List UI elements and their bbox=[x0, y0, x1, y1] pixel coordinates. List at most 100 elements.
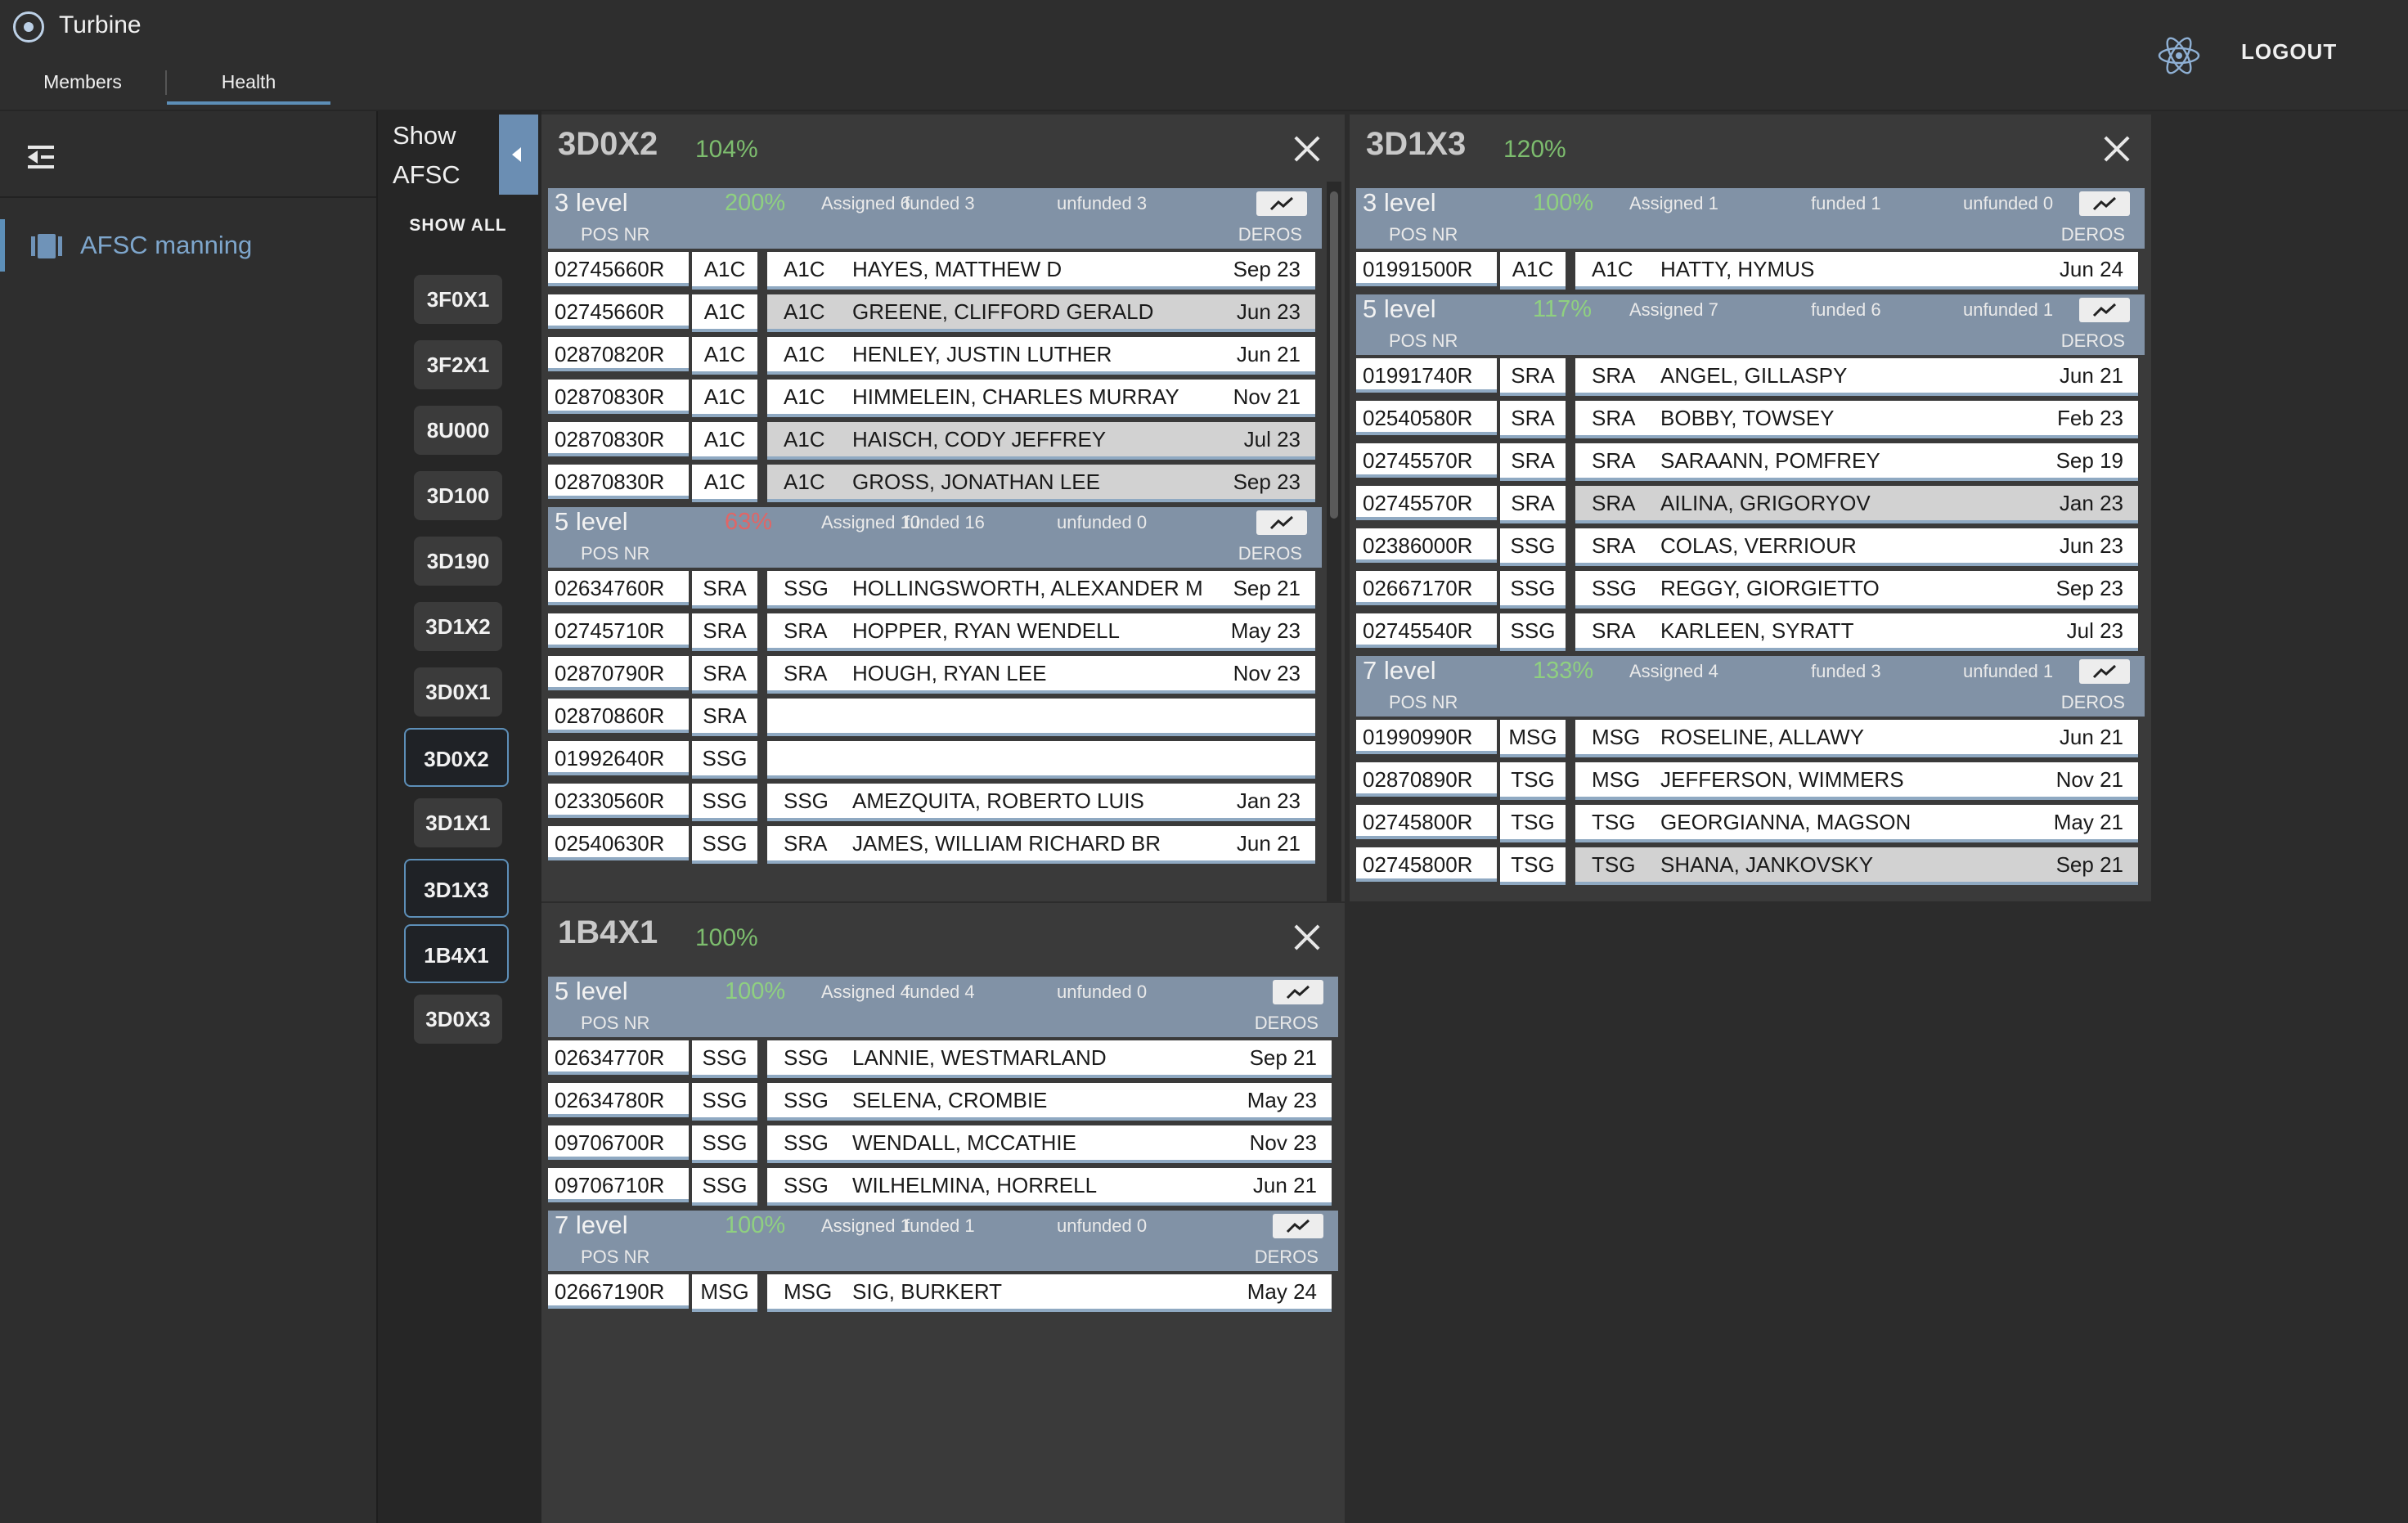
member-name: HIMMELEIN, CHARLES MURRAY bbox=[852, 384, 1179, 409]
member-row[interactable]: 02870830R A1C A1C GROSS, JONATHAN LEE Sep 23 bbox=[548, 465, 1322, 502]
tab-health[interactable]: Health bbox=[167, 67, 330, 105]
member-row[interactable]: 02634760R SRA SSG HOLLINGSWORTH, ALEXANDER … bbox=[548, 571, 1322, 609]
member-grade: MSG bbox=[1592, 725, 1641, 749]
member-row[interactable]: 02745710R SRA SRA HOPPER, RYAN WENDELL May 2… bbox=[548, 613, 1322, 651]
member-row[interactable]: 02745800R TSG TSG GEORGIANNA, MAGSON May 21 bbox=[1356, 805, 2145, 842]
trend-chart-icon[interactable] bbox=[1256, 510, 1307, 535]
member-name: SARAANN, POMFREY bbox=[1660, 448, 1880, 473]
trend-chart-icon[interactable] bbox=[1273, 1214, 1323, 1238]
member-row[interactable]: 01990990R MSG MSG ROSELINE, ALLAWY Jun 21 bbox=[1356, 720, 2145, 757]
pos-nr-cell: 02634770R bbox=[548, 1040, 689, 1075]
panel-title: 3D0X2 bbox=[558, 126, 658, 162]
member-row[interactable]: 01992640R SSG bbox=[548, 741, 1322, 779]
member-row[interactable]: 02745660R A1C A1C HAYES, MATTHEW D Sep 23 bbox=[548, 252, 1322, 290]
close-panel-icon[interactable] bbox=[1289, 919, 1325, 955]
member-row[interactable]: 09706710R SSG SSG WILHELMINA, HORRELL Jun 21 bbox=[548, 1168, 1338, 1206]
member-row[interactable]: 02667190R MSG MSG SIG, BURKERT May 24 bbox=[548, 1274, 1338, 1312]
trend-chart-icon[interactable] bbox=[1256, 191, 1307, 216]
member-row[interactable]: 02386000R SSG SRA COLAS, VERRIOUR Jun 23 bbox=[1356, 528, 2145, 566]
deros-date: Jul 23 bbox=[1243, 427, 1301, 452]
collapse-afsc-list-button[interactable] bbox=[499, 115, 538, 195]
member-grade: A1C bbox=[784, 257, 825, 281]
member-cell: SSG SELENA, CROMBIE May 23 bbox=[767, 1083, 1332, 1121]
logout-button[interactable]: LOGOUT bbox=[2241, 39, 2337, 65]
level-percent: 200% bbox=[725, 190, 786, 216]
afsc-chip-3f0x1[interactable]: 3F0X1 bbox=[414, 275, 502, 324]
auth-grade-cell: SSG bbox=[692, 784, 757, 821]
member-row[interactable]: 02667170R SSG SSG REGGY, GIORGIETTO Sep 23 bbox=[1356, 571, 2145, 609]
member-cell: A1C GREENE, CLIFFORD GERALD Jun 23 bbox=[767, 294, 1315, 332]
afsc-chip-3d1x3[interactable]: 3D1X3 bbox=[404, 859, 509, 918]
member-row[interactable]: 02745540R SSG SRA KARLEEN, SYRATT Jul 23 bbox=[1356, 613, 2145, 651]
member-row[interactable]: 02870820R A1C A1C HENLEY, JUSTIN LUTHER Jun … bbox=[548, 337, 1322, 375]
deros-date: Jan 23 bbox=[1236, 788, 1301, 813]
member-row[interactable]: 02745800R TSG TSG SHANA, JANKOVSKY Sep 21 bbox=[1356, 847, 2145, 885]
close-panel-icon[interactable] bbox=[2099, 131, 2135, 167]
member-row[interactable]: 02540580R SRA SRA BOBBY, TOWSEY Feb 23 bbox=[1356, 401, 2145, 438]
member-name: GROSS, JONATHAN LEE bbox=[852, 469, 1100, 494]
member-row[interactable]: 01991500R A1C A1C HATTY, HYMUS Jun 24 bbox=[1356, 252, 2145, 290]
afsc-chip-3d0x1[interactable]: 3D0X1 bbox=[414, 667, 502, 717]
member-cell: SRA ANGEL, GILLASPY Jun 21 bbox=[1575, 358, 2138, 396]
member-name: HOLLINGSWORTH, ALEXANDER M bbox=[852, 576, 1203, 600]
pos-nr-cell: 02745570R bbox=[1356, 486, 1497, 520]
pos-nr-cell: 02330560R bbox=[548, 784, 689, 818]
scrollbar-thumb[interactable] bbox=[1330, 191, 1338, 519]
tab-members[interactable]: Members bbox=[16, 67, 149, 105]
member-row[interactable]: 02870830R A1C A1C HIMMELEIN, CHARLES MURRAY… bbox=[548, 380, 1322, 417]
show-all-button[interactable]: SHOW ALL bbox=[378, 216, 538, 236]
member-cell: MSG JEFFERSON, WIMMERS Nov 21 bbox=[1575, 762, 2138, 800]
pos-nr-header: POS NR bbox=[1389, 224, 1458, 245]
member-row[interactable]: 02745660R A1C A1C GREENE, CLIFFORD GERALD Ju… bbox=[548, 294, 1322, 332]
member-cell: SRA BOBBY, TOWSEY Feb 23 bbox=[1575, 401, 2138, 438]
member-row[interactable]: 02540630R SSG SRA JAMES, WILLIAM RICHARD BR… bbox=[548, 826, 1322, 864]
deros-header: DEROS bbox=[1238, 543, 1302, 564]
afsc-chip-1b4x1[interactable]: 1B4X1 bbox=[404, 924, 509, 983]
trend-chart-icon[interactable] bbox=[2079, 298, 2130, 322]
member-cell: SRA COLAS, VERRIOUR Jun 23 bbox=[1575, 528, 2138, 566]
pos-nr-cell: 02745660R bbox=[548, 294, 689, 329]
collapse-sidebar-icon[interactable] bbox=[25, 141, 57, 173]
afsc-chip-3d190[interactable]: 3D190 bbox=[414, 537, 502, 586]
member-name: HAISCH, CODY JEFFREY bbox=[852, 427, 1107, 452]
settings-atom-icon[interactable] bbox=[2153, 29, 2205, 82]
panel-percent: 120% bbox=[1503, 136, 1566, 163]
pos-nr-cell: 02667190R bbox=[548, 1274, 689, 1309]
pos-nr-cell: 02745540R bbox=[1356, 613, 1497, 648]
afsc-chip-3d0x2[interactable]: 3D0X2 bbox=[404, 728, 509, 787]
member-row[interactable]: 02870830R A1C A1C HAISCH, CODY JEFFREY Jul 2… bbox=[548, 422, 1322, 460]
afsc-chip-3d0x3[interactable]: 3D0X3 bbox=[414, 995, 502, 1044]
member-row[interactable]: 02634780R SSG SSG SELENA, CROMBIE May 23 bbox=[548, 1083, 1338, 1121]
panel-scrollbar[interactable] bbox=[1327, 182, 1341, 901]
trend-chart-icon[interactable] bbox=[2079, 659, 2130, 684]
auth-grade-cell: A1C bbox=[692, 380, 757, 417]
member-row[interactable]: 02745570R SRA SRA AILINA, GRIGORYOV Jan 23 bbox=[1356, 486, 2145, 523]
afsc-chip-3d100[interactable]: 3D100 bbox=[414, 471, 502, 520]
member-row[interactable]: 02330560R SSG SSG AMEZQUITA, ROBERTO LUIS Ja… bbox=[548, 784, 1322, 821]
afsc-chip-3f2x1[interactable]: 3F2X1 bbox=[414, 340, 502, 389]
member-row[interactable]: 01991740R SRA SRA ANGEL, GILLASPY Jun 21 bbox=[1356, 358, 2145, 396]
trend-chart-icon[interactable] bbox=[1273, 980, 1323, 1004]
member-row[interactable]: 09706700R SSG SSG WENDALL, MCCATHIE Nov 23 bbox=[548, 1125, 1338, 1163]
pos-nr-cell: 02870890R bbox=[1356, 762, 1497, 797]
assigned-count: Assigned 1 bbox=[821, 1215, 910, 1236]
level-name: 7 level bbox=[555, 1211, 628, 1239]
member-cell: SRA SARAANN, POMFREY Sep 19 bbox=[1575, 443, 2138, 481]
auth-grade-cell: SSG bbox=[692, 1168, 757, 1206]
trend-chart-icon[interactable] bbox=[2079, 191, 2130, 216]
member-row[interactable]: 02870860R SRA bbox=[548, 699, 1322, 736]
afsc-chip-3d1x1[interactable]: 3D1X1 bbox=[414, 798, 502, 847]
member-row[interactable]: 02634770R SSG SSG LANNIE, WESTMARLAND Sep 21 bbox=[548, 1040, 1338, 1078]
panel-title: 3D1X3 bbox=[1366, 126, 1467, 162]
member-row[interactable]: 02870790R SRA SRA HOUGH, RYAN LEE Nov 23 bbox=[548, 656, 1322, 694]
auth-grade-cell: TSG bbox=[1500, 762, 1566, 800]
afsc-chip-3d1x2[interactable]: 3D1X2 bbox=[414, 602, 502, 651]
member-row[interactable]: 02745570R SRA SRA SARAANN, POMFREY Sep 19 bbox=[1356, 443, 2145, 481]
close-panel-icon[interactable] bbox=[1289, 131, 1325, 167]
member-row[interactable]: 02870890R TSG MSG JEFFERSON, WIMMERS Nov 21 bbox=[1356, 762, 2145, 800]
afsc-chip-8u000[interactable]: 8U000 bbox=[414, 406, 502, 455]
pos-nr-cell: 02745710R bbox=[548, 613, 689, 648]
sidebar-item-afsc-manning[interactable]: AFSC manning bbox=[0, 216, 376, 275]
member-grade: SRA bbox=[1592, 363, 1636, 388]
funded-count: funded 1 bbox=[905, 1215, 975, 1236]
